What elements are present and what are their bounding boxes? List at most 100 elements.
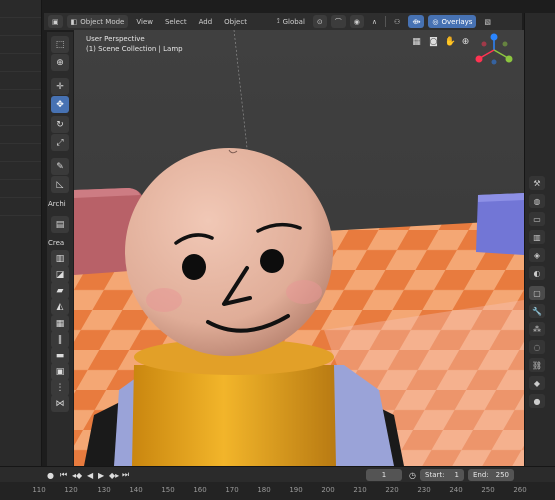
array-icon[interactable]: ⋮ (51, 379, 69, 396)
visibility-icon: ⚇ (394, 17, 401, 26)
ruler-tick: 130 (97, 486, 111, 494)
falloff-icon: ∧ (371, 17, 378, 26)
ruler-tick: 190 (289, 486, 303, 494)
ruler-tick: 200 (321, 486, 335, 494)
camera-icon[interactable]: ◙ (426, 35, 441, 49)
proportional-edit-button[interactable]: ◉ (349, 15, 364, 28)
scale-icon[interactable]: ⤢ (51, 134, 69, 151)
measure-icon[interactable]: ◺ (51, 176, 69, 193)
properties-tabs: ⚒ ◍ ▭ ▥ ◈ ◐ ▢ 🔧 ⁂ ◌ ⛓ ◆ ● (524, 13, 555, 466)
door-icon[interactable]: ▥ (51, 250, 69, 267)
view-layer-tab-icon[interactable]: ▥ (529, 230, 545, 244)
slab-icon[interactable]: ▬ (51, 347, 69, 364)
truss-icon[interactable]: ⋈ (51, 395, 69, 412)
cursor-icon[interactable]: ⊕ (51, 54, 69, 71)
left-editor-strip (0, 0, 42, 466)
proportional-edit-icon: ◉ (353, 17, 360, 26)
editor-type-button[interactable]: ▣ (48, 15, 63, 28)
timeline-controls: ● ⏮ ◂◆ ◀ ▶ ◆▸ ⏭ 1 ◷ Start: 1 End: 250 (0, 466, 555, 482)
falloff-button[interactable]: ∧ (368, 15, 381, 28)
header-separator (385, 16, 387, 27)
material-tab-icon[interactable]: ● (529, 394, 545, 408)
xray-button[interactable]: ▧ (480, 15, 495, 28)
tool-tab-icon[interactable]: ⚒ (529, 176, 545, 190)
frame-ruler[interactable]: 110 120 130 140 150 160 170 180 190 200 … (0, 482, 555, 500)
gizmo-icon: ⟴ (412, 17, 421, 26)
ruler-tick: 170 (225, 486, 239, 494)
pivot-icon: ⊙ (316, 17, 323, 26)
visibility-button[interactable]: ⚇ (390, 15, 404, 28)
overlays-icon: ◎ (432, 17, 439, 26)
fence-icon[interactable]: ‖ (51, 331, 69, 348)
xray-icon: ▧ (484, 17, 492, 26)
prev-key-icon[interactable]: ◂◆ (69, 469, 85, 481)
clock-icon[interactable]: ◷ (406, 469, 419, 481)
floor-icon[interactable]: ▦ (51, 315, 69, 332)
ruler-tick: 150 (161, 486, 175, 494)
end-frame-label: End: (473, 471, 489, 479)
axis-gizmo[interactable] (472, 32, 516, 68)
window-icon[interactable]: ◪ (51, 266, 69, 283)
menu-select[interactable]: Select (161, 15, 191, 28)
mode-label: Object Mode (80, 17, 125, 26)
viewport-scene (74, 30, 524, 466)
roof-icon[interactable]: ◭ (51, 298, 69, 315)
editor-type-icon: ▣ (52, 17, 59, 26)
move-icon[interactable]: ✛ (51, 78, 69, 95)
view-layers-icon[interactable]: ▦ (409, 35, 424, 49)
ruler-tick: 210 (353, 486, 367, 494)
select-box-icon[interactable]: ⬚ (51, 36, 69, 53)
move-active-icon[interactable]: ✥ (51, 96, 69, 113)
orientation-icon: ⟟ (276, 17, 280, 25)
ruler-tick: 120 (64, 486, 78, 494)
view-context: (1) Scene Collection | Lamp (86, 45, 183, 53)
data-tab-icon[interactable]: ◆ (529, 376, 545, 390)
object-tab-icon[interactable]: ▢ (529, 286, 545, 300)
object-mode-icon: ◧ (70, 17, 78, 26)
world-tab-icon[interactable]: ◐ (529, 266, 545, 280)
stair-icon[interactable]: ▰ (51, 282, 69, 299)
wall-icon[interactable]: ▤ (51, 216, 69, 233)
overlays-label: Overlays (441, 17, 473, 26)
menu-add[interactable]: Add (195, 15, 217, 28)
kitchen-icon[interactable]: ▣ (51, 363, 69, 380)
ruler-tick: 180 (257, 486, 271, 494)
keyframe-dot-icon[interactable]: ● (44, 469, 57, 481)
physics-tab-icon[interactable]: ◌ (529, 340, 545, 354)
panel-archi-label: Archi (48, 200, 66, 208)
end-frame-field[interactable]: End: 250 (468, 469, 514, 481)
menu-select-label: Select (164, 17, 187, 26)
zoom-icon[interactable]: ⊕ (458, 35, 473, 49)
snap-button[interactable]: ⌒ (330, 15, 346, 28)
scene-tab-icon[interactable]: ◈ (529, 248, 545, 262)
menu-object[interactable]: Object (220, 15, 251, 28)
output-tab-icon[interactable]: ▭ (529, 212, 545, 226)
render-tab-icon[interactable]: ◍ (529, 194, 545, 208)
particles-tab-icon[interactable]: ⁂ (529, 322, 545, 336)
pivot-button[interactable]: ⊙ (312, 15, 327, 28)
jump-end-icon[interactable]: ⏭ (119, 469, 132, 481)
orientation-label: Global (282, 17, 305, 26)
current-frame-field[interactable]: 1 (366, 469, 402, 481)
gizmo-toggle[interactable]: ⟴ (408, 15, 425, 28)
overlays-button[interactable]: ◎ Overlays (428, 15, 477, 28)
start-frame-field[interactable]: Start: 1 (420, 469, 464, 481)
end-frame-value: 250 (495, 471, 509, 479)
orientation-dropdown[interactable]: ⟟ Global (273, 15, 309, 28)
ruler-tick: 220 (385, 486, 399, 494)
start-frame-value: 1 (454, 471, 459, 479)
view-title: User Perspective (86, 35, 145, 43)
annotate-icon[interactable]: ✎ (51, 158, 69, 175)
ruler-tick: 260 (513, 486, 527, 494)
constraints-tab-icon[interactable]: ⛓ (529, 358, 545, 372)
rotate-icon[interactable]: ↻ (51, 116, 69, 133)
ruler-tick: 110 (32, 486, 46, 494)
hand-pan-icon[interactable]: ✋ (443, 35, 458, 49)
ruler-tick: 240 (449, 486, 463, 494)
blender-window: ▣ ◧ Object Mode View Select Add Object ⟟… (0, 0, 555, 500)
menu-view[interactable]: View (132, 15, 157, 28)
3d-viewport[interactable]: User Perspective (1) Scene Collection | … (74, 30, 524, 466)
ruler-tick: 250 (481, 486, 495, 494)
mode-dropdown[interactable]: ◧ Object Mode (66, 15, 129, 28)
modifier-tab-icon[interactable]: 🔧 (529, 304, 545, 318)
